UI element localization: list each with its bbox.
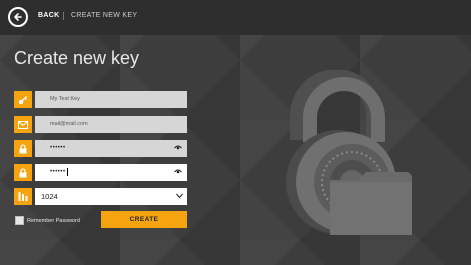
key-icon xyxy=(14,91,32,108)
create-button[interactable]: CREATE xyxy=(101,211,187,228)
remember-password[interactable]: Remember Password xyxy=(15,216,80,225)
text-cursor xyxy=(66,167,68,176)
breadcrumb-separator: | xyxy=(62,11,65,20)
bars-icon xyxy=(14,188,32,205)
remember-password-label: Remember Password xyxy=(27,217,80,224)
breadcrumb: CREATE NEW KEY xyxy=(71,12,138,19)
email-input[interactable]: mail@mail.com xyxy=(35,116,187,133)
padlock-folder-illustration xyxy=(286,70,412,235)
password-field: •••••• xyxy=(14,140,187,157)
chevron-down-icon xyxy=(176,193,183,199)
arrow-left-icon xyxy=(14,13,22,21)
password-input[interactable]: •••••• xyxy=(35,140,187,157)
back-label[interactable]: BACK xyxy=(38,12,59,19)
confirm-password-input[interactable]: •••••• xyxy=(35,164,187,181)
password-value: •••••• xyxy=(50,145,66,151)
key-name-field: My Test Key xyxy=(14,91,187,108)
eye-icon[interactable] xyxy=(174,145,182,151)
key-name-input[interactable]: My Test Key xyxy=(35,91,187,108)
key-size-value: 1024 xyxy=(41,192,58,201)
back-button[interactable] xyxy=(8,7,28,27)
remember-password-checkbox[interactable] xyxy=(15,216,24,225)
lock-icon xyxy=(14,164,32,181)
app-window: BACK | CREATE NEW KEY Create new key My … xyxy=(0,0,471,265)
top-bar: BACK | CREATE NEW KEY xyxy=(0,0,471,35)
key-size-field: 1024 xyxy=(14,188,187,205)
envelope-icon xyxy=(14,116,32,133)
key-size-select[interactable]: 1024 xyxy=(35,188,187,205)
confirm-password-value: •••••• xyxy=(50,169,66,175)
eye-icon[interactable] xyxy=(174,169,182,175)
lock-icon xyxy=(14,140,32,157)
confirm-password-field: •••••• xyxy=(14,164,187,181)
email-field: mail@mail.com xyxy=(14,116,187,133)
page-title: Create new key xyxy=(14,48,140,68)
